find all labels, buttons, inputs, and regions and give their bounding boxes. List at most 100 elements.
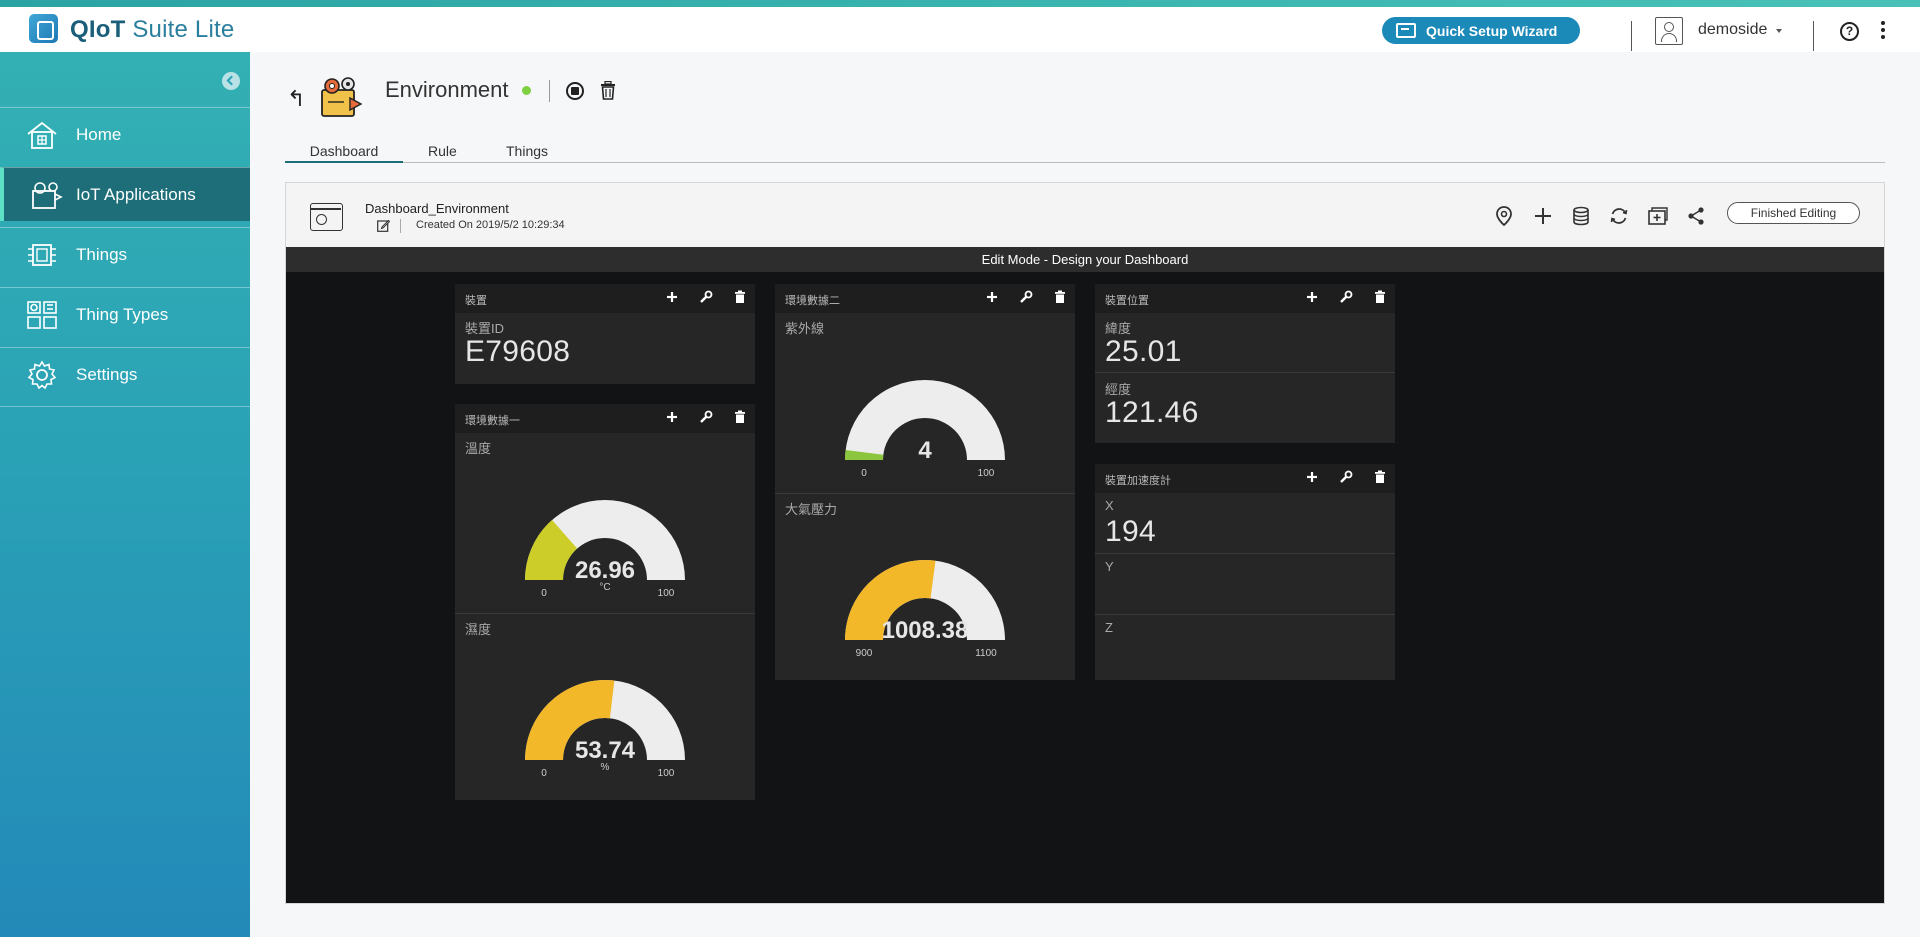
dashboard-icon xyxy=(310,203,343,231)
user-avatar-icon[interactable] xyxy=(1655,17,1683,45)
widget-header[interactable]: 裝置 xyxy=(455,284,755,313)
refresh-icon[interactable] xyxy=(1608,205,1630,227)
humidity-label: 濕度 xyxy=(465,622,492,637)
add-icon[interactable] xyxy=(1532,205,1554,227)
title-divider xyxy=(549,80,550,102)
gauge-value: 53.74 xyxy=(575,737,636,764)
device-location-widget[interactable]: 裝置位置 緯度 25.01 經度 121.46 xyxy=(1095,284,1395,443)
widget-header[interactable]: 環境數據一 xyxy=(455,404,755,433)
database-icon[interactable] xyxy=(1570,205,1592,227)
share-icon[interactable] xyxy=(1685,205,1707,227)
widget-tools xyxy=(1305,290,1387,304)
add-icon[interactable] xyxy=(665,410,679,424)
accel-x-value: 194 xyxy=(1105,515,1156,548)
app-title-bold: QIoT xyxy=(70,16,126,43)
back-arrow-icon[interactable]: ↰ xyxy=(287,86,305,112)
sidebar-item-label: Settings xyxy=(76,364,138,384)
widget-header[interactable]: 環境數據二 xyxy=(775,284,1075,313)
stop-icon[interactable] xyxy=(566,82,584,100)
thing-types-icon xyxy=(27,301,57,329)
username-menu[interactable]: demoside xyxy=(1698,21,1767,39)
home-icon xyxy=(27,121,57,149)
widget-tools xyxy=(665,290,747,304)
add-widget-icon[interactable] xyxy=(1647,205,1669,227)
iot-applications-icon xyxy=(32,182,63,209)
tab-things[interactable]: Things xyxy=(506,143,548,163)
wrench-icon[interactable] xyxy=(1019,290,1033,304)
gauge-min: 0 xyxy=(861,468,867,479)
device-widget[interactable]: 裝置 裝置ID E79608 xyxy=(455,284,755,384)
finished-editing-button[interactable]: Finished Editing xyxy=(1727,202,1860,224)
dashboard-canvas: 裝置 裝置ID E79608 環境數據一 溫度 26.96 °C 0 100 濕… xyxy=(286,272,1884,903)
app-title: QIoT Suite Lite xyxy=(70,16,234,44)
header-divider xyxy=(1813,21,1814,51)
environment-app-icon xyxy=(321,77,363,117)
wrench-icon[interactable] xyxy=(1339,470,1353,484)
gauge-min: 0 xyxy=(541,588,547,599)
gauge-max: 1100 xyxy=(975,648,997,659)
add-icon[interactable] xyxy=(985,290,999,304)
sidebar-item-thing-types[interactable]: Thing Types xyxy=(0,287,250,341)
tab-rule[interactable]: Rule xyxy=(428,143,457,163)
location-icon[interactable] xyxy=(1493,205,1515,227)
sidebar-item-home[interactable]: Home xyxy=(0,107,250,161)
trash-icon[interactable] xyxy=(733,410,747,424)
widget-divider xyxy=(1095,614,1395,615)
gauge-min: 0 xyxy=(541,768,547,779)
widget-divider xyxy=(455,613,755,614)
tab-dashboard[interactable]: Dashboard xyxy=(285,143,403,163)
add-icon[interactable] xyxy=(665,290,679,304)
widget-divider xyxy=(775,493,1075,494)
sidebar-item-label: Home xyxy=(76,124,122,144)
widget-header[interactable]: 裝置位置 xyxy=(1095,284,1395,313)
environment-data-2-widget[interactable]: 環境數據二 紫外線 4 0 100 大氣壓力 1008.38 900 1100 xyxy=(775,284,1075,680)
widget-tools xyxy=(1305,470,1387,484)
gear-icon xyxy=(27,360,57,390)
wrench-icon[interactable] xyxy=(699,290,713,304)
edit-mode-banner: Edit Mode - Design your Dashboard xyxy=(286,247,1884,272)
wrench-icon[interactable] xyxy=(1339,290,1353,304)
app-title-rest: Suite Lite xyxy=(132,16,235,43)
gauge-value: 4 xyxy=(918,437,932,464)
trash-icon[interactable] xyxy=(1373,290,1387,304)
page-title: Environment xyxy=(385,77,509,102)
qiot-logo-icon xyxy=(29,14,58,43)
widget-title: 裝置加速度計 xyxy=(1105,475,1171,487)
dashboard-name: Dashboard_Environment xyxy=(365,201,509,216)
humidity-gauge: 53.74% 0 100 xyxy=(525,679,685,779)
environment-data-1-widget[interactable]: 環境數據一 溫度 26.96 °C 0 100 濕度 53.74% 0 100 xyxy=(455,404,755,800)
trash-icon[interactable] xyxy=(733,290,747,304)
collapse-sidebar-icon[interactable] xyxy=(222,72,240,90)
add-icon[interactable] xyxy=(1305,290,1319,304)
quick-setup-wizard-button[interactable]: Quick Setup Wizard xyxy=(1382,17,1580,44)
sidebar-item-things[interactable]: Things xyxy=(0,227,250,281)
device-accelerometer-widget[interactable]: 裝置加速度計 X 194 Y Z xyxy=(1095,464,1395,680)
pressure-label: 大氣壓力 xyxy=(785,502,838,517)
gauge-value: 1008.38 xyxy=(882,617,969,644)
trash-icon[interactable] xyxy=(1053,290,1067,304)
sidebar-item-label: Thing Types xyxy=(76,304,169,324)
trash-icon[interactable] xyxy=(1373,470,1387,484)
device-id-value: E79608 xyxy=(465,335,571,368)
widget-title: 裝置 xyxy=(465,295,487,307)
tab-bar: Dashboard Rule Things xyxy=(285,141,1885,163)
sidebar-item-iot-applications[interactable]: IoT Applications xyxy=(0,167,250,221)
more-options-icon[interactable] xyxy=(1881,21,1885,41)
delete-app-icon[interactable] xyxy=(600,81,616,100)
top-accent-strip xyxy=(0,0,1920,7)
uv-label: 紫外線 xyxy=(785,321,825,336)
sidebar-divider xyxy=(0,406,250,407)
widget-header[interactable]: 裝置加速度計 xyxy=(1095,464,1395,493)
wrench-icon[interactable] xyxy=(699,410,713,424)
gauge-value: 26.96 xyxy=(575,557,635,584)
help-icon[interactable]: ? xyxy=(1840,22,1859,41)
gauge-max: 100 xyxy=(658,588,675,599)
sidebar-item-settings[interactable]: Settings xyxy=(0,347,250,401)
add-icon[interactable] xyxy=(1305,470,1319,484)
edit-icon[interactable] xyxy=(377,219,390,232)
gauge-unit: °C xyxy=(599,582,610,593)
top-header: QIoT Suite Lite Quick Setup Wizard demos… xyxy=(0,7,1920,52)
pressure-gauge: 1008.38 900 1100 xyxy=(845,559,1005,659)
chevron-down-icon[interactable] xyxy=(1776,29,1782,33)
widget-title: 環境數據二 xyxy=(785,295,840,307)
